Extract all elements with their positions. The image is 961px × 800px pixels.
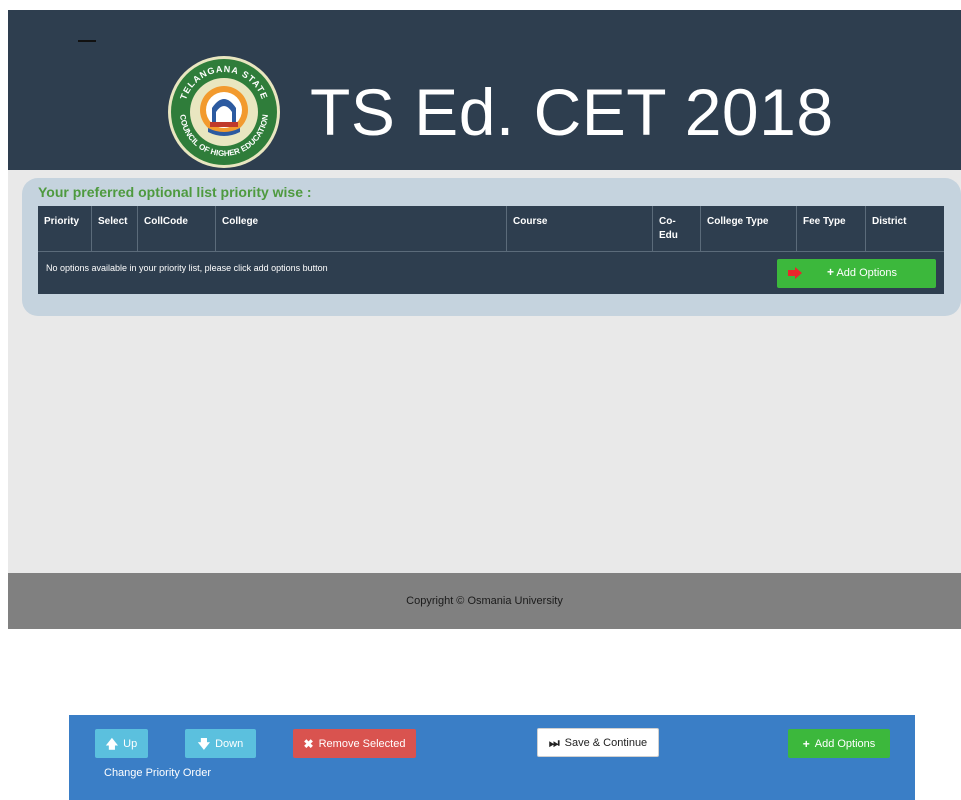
add-options-button-bottom[interactable]: + Add Options — [788, 729, 890, 758]
save-continue-button[interactable]: ⏭ Save & Continue — [537, 728, 659, 757]
col-collcode: CollCode — [138, 206, 216, 252]
header-mark — [78, 40, 96, 42]
action-bar: 🡅 Up 🡇 Down ✖ Remove Selected ⏭ Save & C… — [69, 715, 915, 800]
col-priority: Priority — [38, 206, 92, 252]
add-options-button[interactable]: + Add Options — [777, 259, 936, 288]
add-options-label: + Add Options — [827, 266, 897, 279]
red-arrow-icon — [788, 267, 802, 279]
priority-table: Priority Select CollCode College Course … — [38, 206, 944, 294]
plus-icon: + — [802, 736, 810, 751]
col-district: District — [872, 216, 907, 227]
copyright-text: Copyright © Osmania University — [406, 595, 563, 607]
add-options-text: Add Options — [836, 267, 898, 279]
change-priority-order-label: Change Priority Order — [104, 767, 211, 779]
plus-icon: + — [827, 265, 835, 279]
site-footer: Copyright © Osmania University — [8, 573, 961, 629]
save-continue-label: Save & Continue — [564, 736, 648, 749]
priority-list-heading: Your preferred optional list priority wi… — [38, 184, 312, 200]
council-seal-logo: TELANGANA STATE COUNCIL OF HIGHER EDUCAT… — [168, 56, 280, 168]
move-up-button[interactable]: 🡅 Up — [95, 729, 148, 758]
priority-list-panel: Your preferred optional list priority wi… — [22, 178, 961, 316]
col-co-edu: Co-Edu — [653, 206, 701, 252]
move-up-label: Up — [123, 737, 138, 750]
add-options-bottom-label: Add Options — [814, 737, 876, 750]
col-select: Select — [92, 206, 138, 252]
move-down-button[interactable]: 🡇 Down — [185, 729, 256, 758]
remove-selected-label: Remove Selected — [318, 737, 406, 750]
col-college: College — [216, 206, 507, 252]
col-course: Course — [507, 206, 653, 252]
table-header-row: Priority Select CollCode College Course … — [38, 206, 944, 252]
close-icon: ✖ — [303, 736, 314, 751]
arrow-down-icon: 🡇 — [197, 736, 211, 751]
col-fee-type: Fee Type — [797, 206, 866, 252]
main-content: Your preferred optional list priority wi… — [8, 170, 961, 573]
site-title: TS Ed. CET 2018 — [310, 75, 834, 149]
page: TELANGANA STATE COUNCIL OF HIGHER EDUCAT… — [0, 0, 961, 800]
move-down-label: Down — [215, 737, 244, 750]
arrow-up-icon: 🡅 — [105, 736, 119, 751]
step-forward-icon: ⏭ — [548, 735, 560, 750]
site-header: TELANGANA STATE COUNCIL OF HIGHER EDUCAT… — [8, 10, 961, 170]
remove-selected-button[interactable]: ✖ Remove Selected — [293, 729, 416, 758]
empty-list-message: No options available in your priority li… — [46, 263, 328, 273]
col-college-type: College Type — [701, 206, 797, 252]
